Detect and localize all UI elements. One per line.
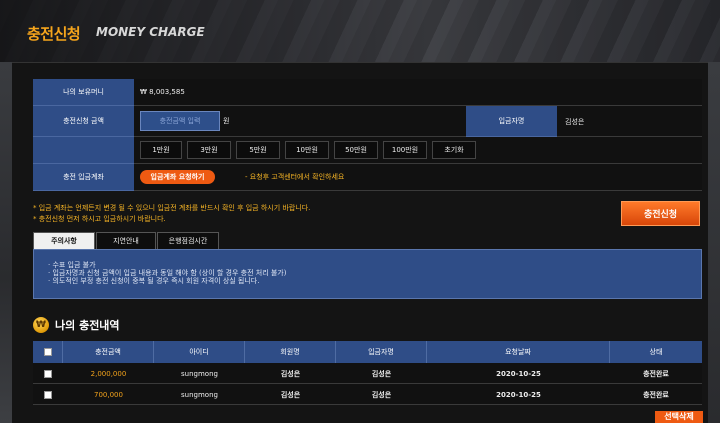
quick-amount-50k-button[interactable]: 5만원	[236, 141, 280, 159]
tab-caution[interactable]: 주의사항	[33, 232, 95, 249]
account-note: - 요청후 고객센터에서 확인하세요	[245, 173, 345, 181]
row-select-cell	[33, 384, 63, 405]
quick-amount-10k-button[interactable]: 1만원	[140, 141, 182, 159]
request-date: 2020-10-25	[496, 369, 541, 378]
account-cell: 입금계좌 요청하기 - 요청후 고객센터에서 확인하세요	[134, 164, 702, 191]
quick-amount-500k-button[interactable]: 50만원	[334, 141, 378, 159]
table-row: 700,000 sungmong 김성은 김성은 2020-10-25 충전완료	[33, 384, 702, 405]
history-table: 충전금액 아이디 회원명 입금자명 요청날짜 상태 2,000,000 sung…	[33, 341, 702, 405]
column-header: 회원명	[245, 341, 336, 363]
reset-amount-button[interactable]: 초기화	[432, 141, 476, 159]
balance-label: 나의 보유머니	[33, 79, 134, 106]
page-title: 충전신청	[27, 25, 81, 43]
delete-selected-button[interactable]: 선택삭제	[655, 411, 703, 423]
row-select-cell	[33, 363, 63, 384]
tab-delay-info[interactable]: 지연안내	[96, 232, 156, 249]
column-header: 상태	[649, 348, 663, 356]
info-tabs: 주의사항 지연안내 은행점검시간	[33, 232, 220, 249]
tab-content-line: · 수표 입금 불가	[48, 261, 96, 269]
table-row: 2,000,000 sungmong 김성은 김성은 2020-10-25 충전…	[33, 363, 702, 384]
won-coin-icon: ₩	[33, 317, 49, 333]
amount-label: 충전신청 금액	[33, 106, 134, 137]
amount-input[interactable]: 충전금액 입력	[140, 111, 220, 131]
status-badge: 충전완료	[643, 390, 669, 399]
notice-list: * 입금 계좌는 언제든지 변경 될 수 있으니 입금전 계좌를 반드시 확인 …	[33, 203, 310, 225]
request-account-button[interactable]: 입금계좌 요청하기	[140, 170, 215, 184]
history-header: ₩ 나의 충전내역	[33, 317, 120, 333]
status-badge: 충전완료	[643, 369, 669, 378]
left-background	[0, 62, 12, 423]
select-all-checkbox[interactable]	[43, 348, 52, 356]
column-header: 충전금액	[63, 341, 154, 363]
depositor-value: 김성은	[565, 117, 585, 126]
row-checkbox[interactable]	[44, 390, 52, 399]
tab-content-line: · 의도적인 부정 충전 신청이 중복 될 경우 즉시 회원 자격이 상실 됩니…	[48, 277, 260, 285]
charge-request-button[interactable]: 충전신청	[621, 201, 700, 226]
column-header: 아이디	[154, 341, 245, 363]
quick-amount-buttons: 1만원 3만원 5만원 10만원 50만원 100만원 초기화	[134, 137, 702, 164]
quick-amount-30k-button[interactable]: 3만원	[187, 141, 231, 159]
notice-item: * 입금 계좌는 언제든지 변경 될 수 있으니 입금전 계좌를 반드시 확인 …	[33, 204, 311, 212]
top-banner: 충전신청 MONEY CHARGE	[0, 0, 720, 62]
account-row: 충전 입금계좌 입금계좌 요청하기 - 요청후 고객센터에서 확인하세요	[33, 164, 702, 191]
quick-amount-1m-button[interactable]: 100만원	[383, 141, 427, 159]
account-label: 충전 입금계좌	[33, 164, 134, 191]
tab-bank-maintenance[interactable]: 은행점검시간	[157, 232, 219, 249]
row-checkbox[interactable]	[44, 369, 52, 378]
quick-amount-label-cell	[33, 137, 134, 164]
member-name: 김성은	[280, 369, 301, 378]
quick-amount-100k-button[interactable]: 10만원	[285, 141, 329, 159]
amount-unit: 원	[223, 117, 230, 125]
amount-cell: 충전금액 입력 원	[134, 106, 702, 137]
user-id: sungmong	[181, 390, 218, 399]
balance-value: ₩ 8,003,585	[134, 79, 702, 106]
select-all-cell	[33, 341, 63, 363]
history-title: 나의 충전내역	[55, 319, 120, 332]
depositor-name: 김성은	[371, 369, 392, 378]
charge-amount: 700,000	[94, 390, 123, 399]
member-name: 김성은	[280, 390, 301, 399]
user-id: sungmong	[181, 369, 218, 378]
column-header: 요청날짜	[427, 341, 610, 363]
depositor-name: 김성은	[371, 390, 392, 399]
table-header: 충전금액 아이디 회원명 입금자명 요청날짜 상태	[33, 341, 702, 363]
request-date: 2020-10-25	[496, 390, 541, 399]
charge-amount: 2,000,000	[90, 369, 127, 378]
depositor-label: 입금자명	[466, 106, 557, 137]
column-header: 입금자명	[336, 341, 427, 363]
page-subtitle: MONEY CHARGE	[96, 25, 205, 39]
right-background	[708, 62, 720, 423]
balance-row: 나의 보유머니 ₩ 8,003,585	[33, 79, 702, 106]
quick-amount-row: 1만원 3만원 5만원 10만원 50만원 100만원 초기화	[33, 137, 702, 164]
amount-row: 충전신청 금액 충전금액 입력 원 입금자명 김성은	[33, 106, 702, 137]
tab-content: · 수표 입금 불가 · 입금자명과 신청 금액이 입금 내용과 동일 해야 함…	[33, 249, 702, 299]
notice-item: * 충전신청 먼저 하시고 입금하시기 바랍니다.	[33, 215, 166, 223]
tab-content-line: · 입금자명과 신청 금액이 입금 내용과 동일 해야 함 (상이 할 경우 충…	[48, 269, 287, 277]
